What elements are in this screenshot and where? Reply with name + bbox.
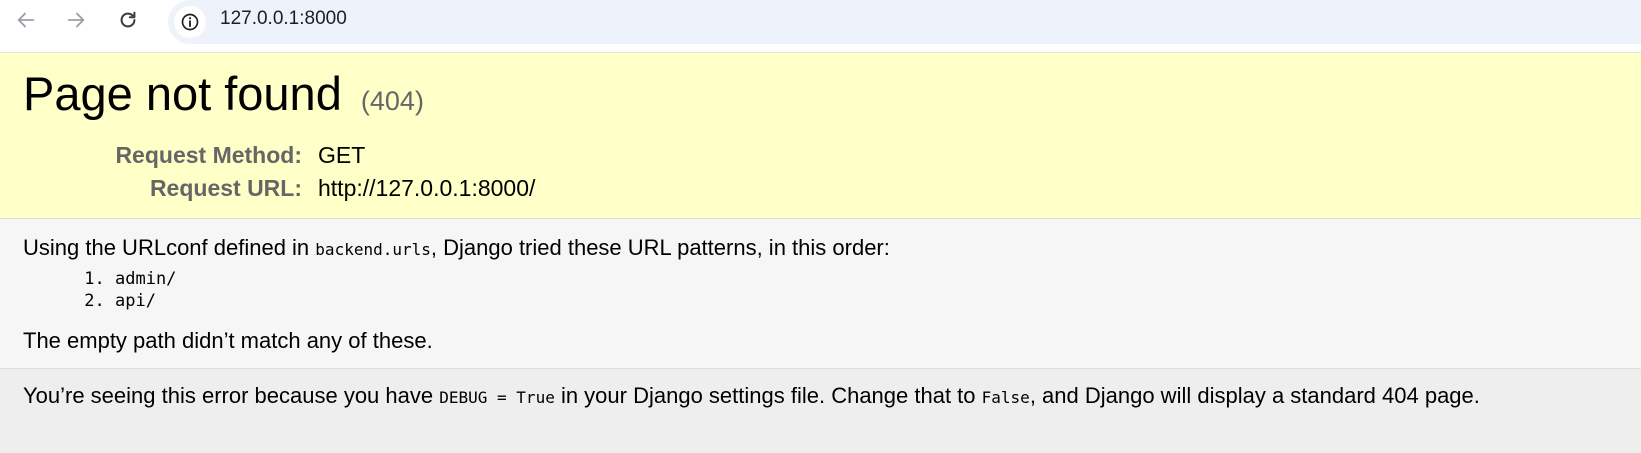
request-method-value: GET <box>318 142 366 168</box>
error-summary: Page not found (404) Request Method: GET… <box>0 53 1641 219</box>
address-bar[interactable]: 127.0.0.1:8000 <box>168 0 1641 44</box>
status-code: (404) <box>360 86 424 116</box>
request-url-label: Request URL: <box>149 175 302 201</box>
urlconf-description: Using the URLconf defined in backend.url… <box>23 235 890 261</box>
urlconf-info: Using the URLconf defined in backend.url… <box>0 219 1641 368</box>
forward-button[interactable] <box>60 4 92 36</box>
reload-button[interactable] <box>112 4 144 36</box>
arrow-right-icon <box>67 12 85 28</box>
browser-toolbar: 127.0.0.1:8000 <box>0 0 1641 53</box>
request-url-row: Request URL: http://127.0.0.1:8000/ <box>0 174 1641 202</box>
debug-explanation-text: You’re seeing this error because you hav… <box>23 383 1480 409</box>
explanation-part2: in your Django settings file. Change tha… <box>554 383 982 408</box>
site-info-button[interactable] <box>174 6 206 38</box>
url-pattern-item: api/ <box>115 290 176 312</box>
request-method-label: Request Method: <box>115 142 302 168</box>
no-match-message: The empty path didn’t match any of these… <box>23 328 433 353</box>
arrow-left-icon <box>17 12 35 28</box>
explanation-part3: , and Django will display a standard 404… <box>1029 383 1480 408</box>
request-method-row: Request Method: GET <box>0 141 1641 169</box>
info-circle-icon <box>181 13 199 31</box>
urlconf-module: backend.urls <box>315 240 431 259</box>
urlconf-prefix: Using the URLconf defined in <box>23 235 316 260</box>
false-value: False <box>981 388 1030 407</box>
urlconf-suffix: , Django tried these URL patterns, in th… <box>430 235 890 260</box>
page-title: Page not found (404) <box>23 66 424 129</box>
request-url-value: http://127.0.0.1:8000/ <box>318 175 536 201</box>
reload-icon <box>120 11 136 28</box>
debug-explanation: You’re seeing this error because you hav… <box>0 368 1641 453</box>
back-button[interactable] <box>10 4 42 36</box>
explanation-part1: You’re seeing this error because you hav… <box>23 383 440 408</box>
debug-setting: DEBUG = True <box>439 388 555 407</box>
page-title-text: Page not found <box>23 67 342 120</box>
url-text[interactable]: 127.0.0.1:8000 <box>220 8 347 30</box>
url-pattern-item: admin/ <box>115 268 176 290</box>
url-pattern-list: admin/ api/ <box>0 268 176 312</box>
